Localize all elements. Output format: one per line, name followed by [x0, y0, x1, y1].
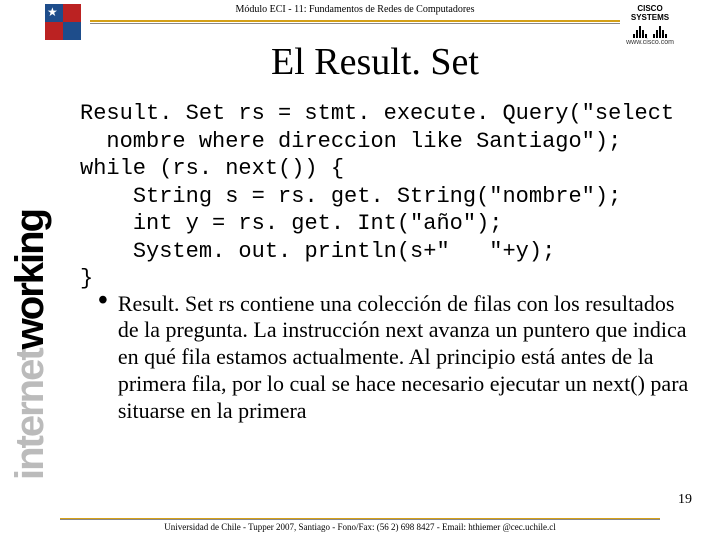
- slide-number: 19: [678, 492, 692, 508]
- internetworking-label: internetworking: [8, 210, 53, 480]
- code-line: Result. Set rs = stmt. execute. Query("s…: [80, 101, 674, 126]
- module-header: Módulo ECI - 11: Fundamentos de Redes de…: [90, 4, 620, 15]
- code-line: }: [80, 266, 93, 291]
- cisco-bars-icon: [620, 24, 680, 38]
- code-line: int y = rs. get. Int("año");: [80, 211, 502, 236]
- university-logo: ★: [45, 4, 81, 40]
- cisco-label: CISCO SYSTEMS: [620, 4, 680, 22]
- code-block: Result. Set rs = stmt. execute. Query("s…: [80, 100, 690, 293]
- code-line: System. out. println(s+" "+y);: [80, 239, 555, 264]
- slide-content: Result. Set rs = stmt. execute. Query("s…: [80, 100, 690, 425]
- footer: Universidad de Chile - Tupper 2007, Sant…: [60, 518, 660, 532]
- code-line: while (rs. next()) {: [80, 156, 344, 181]
- code-line: String s = rs. get. String("nombre");: [80, 184, 621, 209]
- bullet-item: • Result. Set rs contiene una colección …: [80, 291, 690, 425]
- sidebar-branding: Postítulo internetworking: [35, 40, 75, 480]
- footer-text: Universidad de Chile - Tupper 2007, Sant…: [164, 522, 555, 532]
- bullet-dot-icon: •: [98, 291, 108, 311]
- header-divider: [90, 20, 620, 24]
- bullet-text: Result. Set rs contiene una colección de…: [118, 291, 690, 425]
- code-line: nombre where direccion like Santiago");: [80, 129, 621, 154]
- slide-title: El Result. Set: [90, 40, 660, 84]
